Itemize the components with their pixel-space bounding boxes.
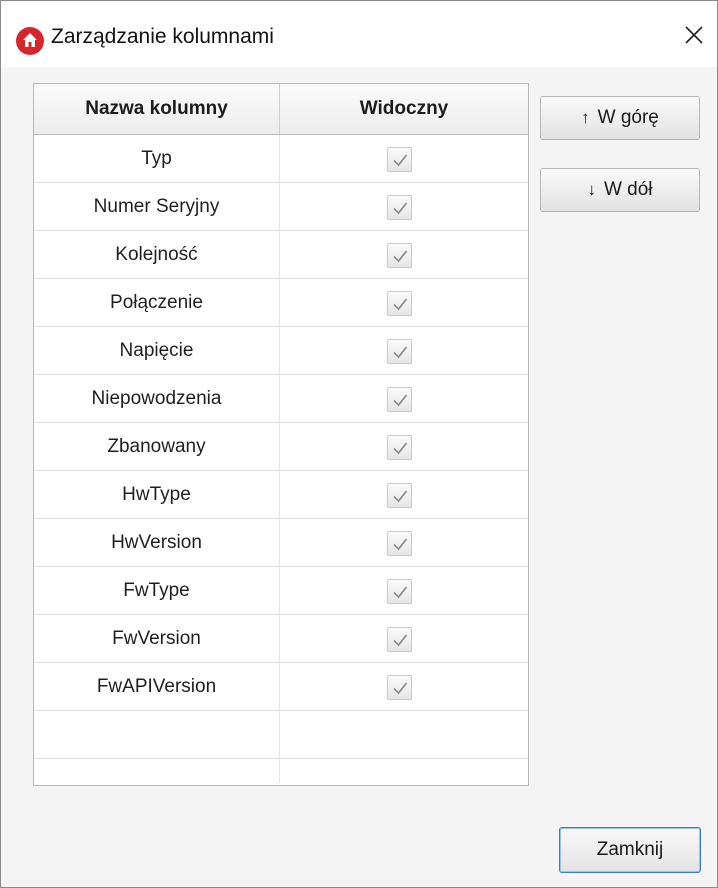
table-row[interactable]: Numer Seryjny [34, 183, 528, 231]
visible-cell [280, 471, 528, 519]
move-down-button[interactable]: ↓ W dół [540, 168, 700, 212]
columns-table: Nazwa kolumny Widoczny Typ Numer Seryjny K… [33, 83, 529, 786]
table-row[interactable]: Napięcie [34, 327, 528, 375]
column-name-cell: FwType [34, 567, 280, 615]
visible-cell [280, 183, 528, 231]
title-bar: Zarządzanie kolumnami [1, 1, 717, 67]
visible-checkbox[interactable] [387, 243, 412, 268]
visible-cell [280, 135, 528, 183]
checkmark-icon [393, 442, 408, 455]
column-name-cell: Niepowodzenia [34, 375, 280, 423]
table-row[interactable]: Typ [34, 135, 528, 183]
table-row[interactable]: Zbanowany [34, 423, 528, 471]
column-manager-dialog: Zarządzanie kolumnami Nazwa kolumny Wido… [0, 0, 718, 888]
close-button[interactable]: Zamknij [559, 827, 701, 873]
column-name-cell: Napięcie [34, 327, 280, 375]
close-window-button[interactable] [671, 11, 717, 57]
visible-cell [280, 375, 528, 423]
checkmark-icon [393, 250, 408, 263]
column-name-cell: Zbanowany [34, 423, 280, 471]
column-name-cell: FwAPIVersion [34, 663, 280, 711]
column-name-cell: Połączenie [34, 279, 280, 327]
home-icon [16, 27, 44, 55]
empty-cell [34, 759, 280, 783]
visible-cell [280, 615, 528, 663]
table-row[interactable]: FwType [34, 567, 528, 615]
checkmark-icon [393, 298, 408, 311]
visible-cell [280, 567, 528, 615]
checkmark-icon [393, 538, 408, 551]
table-body: Typ Numer Seryjny Kolejność Połączenie Napię… [34, 135, 528, 783]
arrow-up-icon: ↑ [581, 108, 590, 127]
column-name-cell: Typ [34, 135, 280, 183]
table-row[interactable]: FwVersion [34, 615, 528, 663]
move-up-button[interactable]: ↑ W górę [540, 96, 700, 140]
checkmark-icon [393, 490, 408, 503]
visible-cell [280, 279, 528, 327]
column-header-visible[interactable]: Widoczny [280, 84, 528, 134]
visible-cell [280, 231, 528, 279]
table-row[interactable]: Niepowodzenia [34, 375, 528, 423]
visible-checkbox[interactable] [387, 435, 412, 460]
table-row[interactable]: FwAPIVersion [34, 663, 528, 711]
visible-cell [280, 663, 528, 711]
visible-checkbox[interactable] [387, 627, 412, 652]
column-name-cell: Kolejność [34, 231, 280, 279]
visible-checkbox[interactable] [387, 147, 412, 172]
visible-checkbox[interactable] [387, 531, 412, 556]
column-name-cell: HwType [34, 471, 280, 519]
checkmark-icon [393, 202, 408, 215]
checkmark-icon [393, 346, 408, 359]
empty-cell [34, 711, 280, 759]
visible-checkbox[interactable] [387, 675, 412, 700]
visible-cell [280, 519, 528, 567]
close-icon [685, 26, 703, 44]
column-name-cell: HwVersion [34, 519, 280, 567]
column-header-name[interactable]: Nazwa kolumny [34, 84, 280, 134]
visible-checkbox[interactable] [387, 387, 412, 412]
table-row[interactable]: HwVersion [34, 519, 528, 567]
visible-checkbox[interactable] [387, 195, 412, 220]
visible-checkbox[interactable] [387, 483, 412, 508]
table-row[interactable]: Połączenie [34, 279, 528, 327]
move-down-label: W dół [603, 179, 653, 200]
move-up-label: W górę [597, 107, 659, 128]
visible-checkbox[interactable] [387, 579, 412, 604]
window-title: Zarządzanie kolumnami [51, 25, 274, 48]
table-row[interactable]: HwType [34, 471, 528, 519]
checkmark-icon [393, 154, 408, 167]
checkmark-icon [393, 682, 408, 695]
checkmark-icon [393, 634, 408, 647]
visible-checkbox[interactable] [387, 291, 412, 316]
visible-cell [280, 423, 528, 471]
table-header: Nazwa kolumny Widoczny [34, 84, 528, 135]
column-name-cell: Numer Seryjny [34, 183, 280, 231]
checkmark-icon [393, 394, 408, 407]
column-name-cell: FwVersion [34, 615, 280, 663]
table-row[interactable]: Kolejność [34, 231, 528, 279]
visible-checkbox[interactable] [387, 339, 412, 364]
arrow-down-icon: ↓ [587, 180, 596, 199]
empty-row [34, 711, 528, 759]
checkmark-icon [393, 586, 408, 599]
visible-cell [280, 327, 528, 375]
